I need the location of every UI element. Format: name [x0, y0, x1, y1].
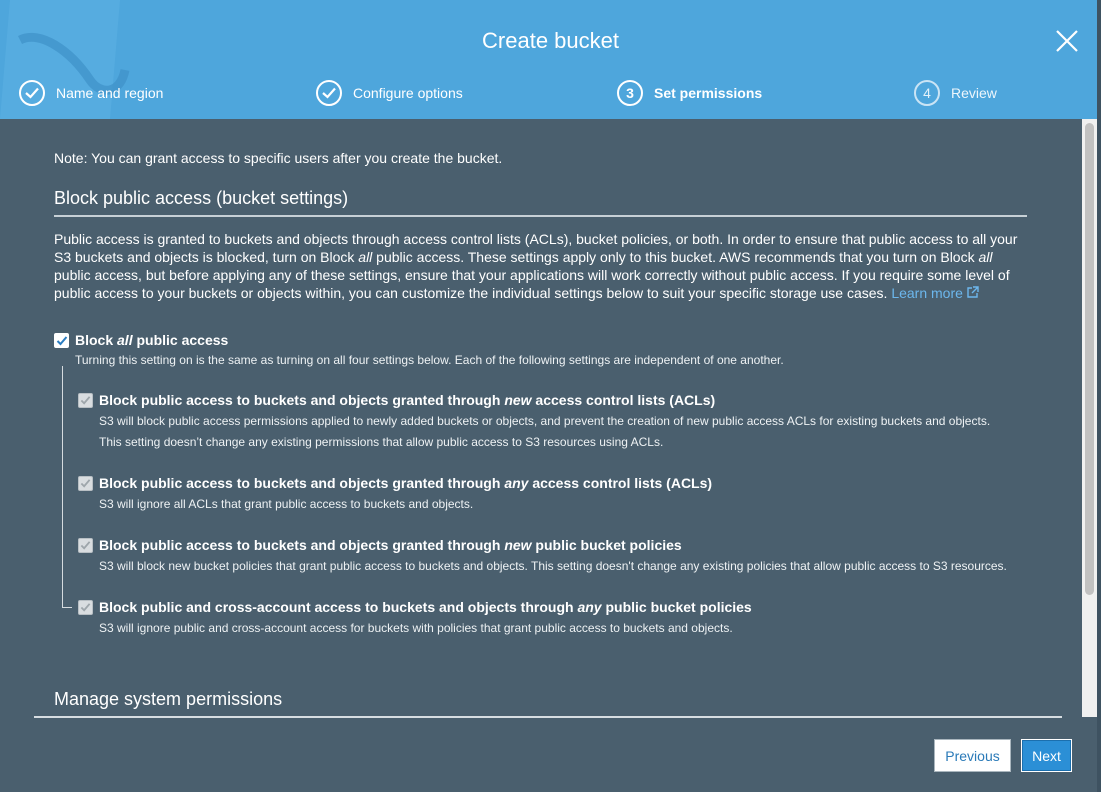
- block-public-access-description: Public access is granted to buckets and …: [54, 231, 1018, 301]
- section-title-manage-system-permissions: Manage system permissions: [54, 689, 283, 709]
- wizard-steps: Name and region Configure options 3 Set …: [0, 79, 1101, 107]
- footer-divider: [34, 716, 1062, 718]
- section-title-block-public-access: Block public access (bucket settings): [54, 188, 349, 208]
- step-number-icon: 3: [617, 80, 643, 106]
- block-all-description: Turning this setting on is the same as t…: [75, 353, 784, 367]
- permissions-note: Note: You can grant access to specific u…: [54, 150, 503, 166]
- block-any-acls-description: S3 will ignore all ACLs that grant publi…: [99, 497, 474, 511]
- step-label: Set permissions: [654, 85, 763, 101]
- previous-button[interactable]: Previous: [934, 739, 1011, 772]
- block-new-acls-label[interactable]: Block public access to buckets and objec…: [99, 392, 715, 408]
- block-any-acls-checkbox[interactable]: [78, 476, 93, 491]
- checkmark-icon: [56, 335, 67, 345]
- dialog-title: Create bucket: [482, 28, 619, 53]
- external-link-icon: [967, 286, 979, 298]
- window-edge: [1097, 0, 1101, 792]
- vertical-scrollbar[interactable]: [1082, 119, 1097, 717]
- block-any-policies-checkbox[interactable]: [78, 600, 93, 615]
- step-configure-options[interactable]: Configure options: [316, 79, 463, 107]
- block-any-policies-description: S3 will ignore public and cross-account …: [99, 621, 733, 635]
- next-button[interactable]: Next: [1021, 739, 1072, 772]
- step-name-and-region[interactable]: Name and region: [19, 79, 163, 107]
- block-new-acls-description: S3 will block public access permissions …: [99, 414, 991, 449]
- step-label: Name and region: [56, 85, 164, 101]
- block-new-policies-checkbox[interactable]: [78, 538, 93, 553]
- checkmark-icon: [80, 396, 91, 405]
- block-new-acls-checkbox[interactable]: [78, 393, 93, 408]
- checkmark-icon: [80, 603, 91, 612]
- checkmark-icon: [80, 479, 91, 488]
- block-new-policies-description: S3 will block new bucket policies that g…: [99, 559, 1007, 573]
- block-all-public-access-checkbox[interactable]: [54, 333, 69, 348]
- dialog-header: Create bucket Name and region Configure …: [0, 0, 1101, 119]
- block-any-acls-label[interactable]: Block public access to buckets and objec…: [99, 475, 712, 491]
- checkmark-icon: [80, 541, 91, 550]
- scrollbar-thumb[interactable]: [1085, 123, 1094, 595]
- block-new-policies-label[interactable]: Block public access to buckets and objec…: [99, 537, 682, 553]
- close-icon[interactable]: [1053, 27, 1081, 55]
- section-divider: [54, 215, 1027, 217]
- block-any-policies-label[interactable]: Block public and cross-account access to…: [99, 599, 752, 615]
- step-label: Configure options: [353, 85, 463, 101]
- dialog-body: Note: You can grant access to specific u…: [0, 119, 1082, 717]
- step-label: Review: [951, 85, 997, 101]
- check-circle-icon: [316, 80, 342, 106]
- step-number-icon: 4: [914, 80, 940, 106]
- step-review[interactable]: 4 Review: [914, 79, 997, 107]
- tree-connector-end: [62, 607, 72, 608]
- step-set-permissions[interactable]: 3 Set permissions: [617, 79, 762, 107]
- tree-connector: [62, 366, 63, 607]
- check-circle-icon: [19, 80, 45, 106]
- learn-more-link[interactable]: Learn more: [891, 285, 979, 301]
- block-all-public-access-label[interactable]: Block all public access: [75, 332, 228, 348]
